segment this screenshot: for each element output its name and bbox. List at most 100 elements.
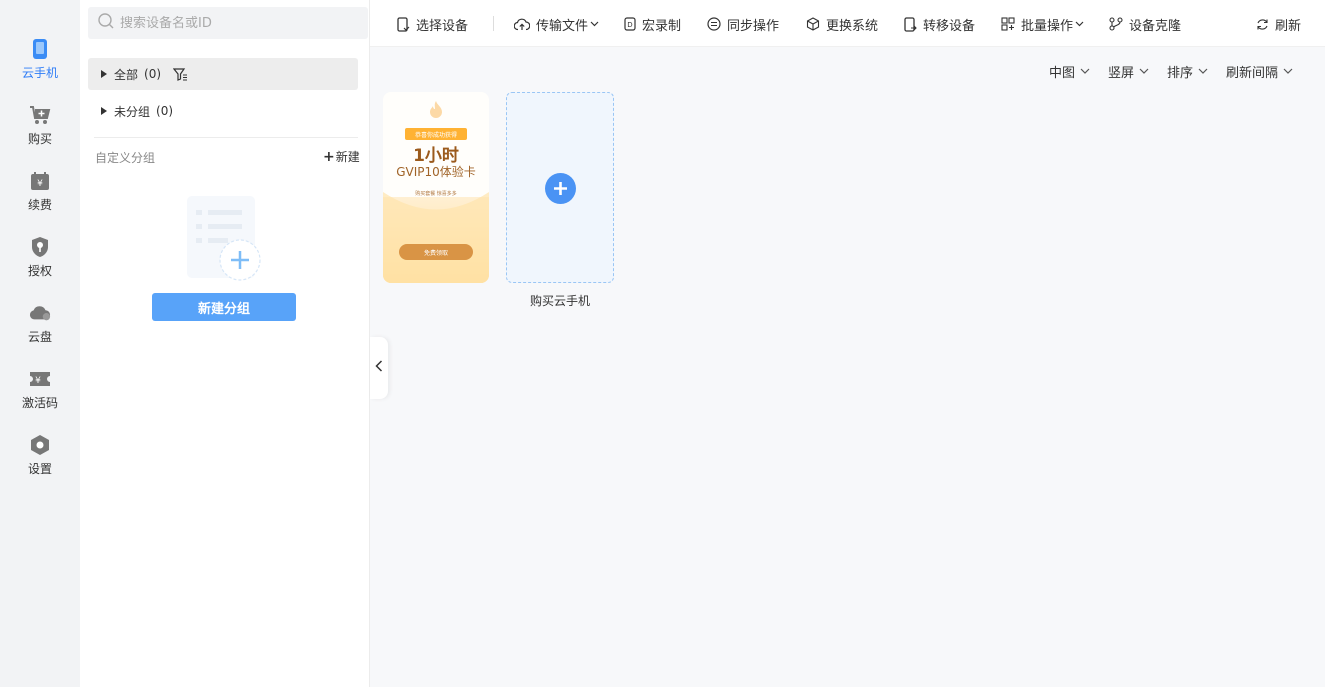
new-group-link[interactable]: + 新建	[323, 148, 360, 165]
group-label: 全部	[114, 67, 139, 82]
renew-calendar-icon: ¥	[29, 170, 51, 192]
toolbar-label: 传输文件	[536, 18, 589, 34]
view-option-label: 排序	[1167, 65, 1194, 81]
nav-item-settings[interactable]: 设置	[0, 432, 80, 488]
nav-label: 续费	[27, 198, 52, 212]
cloud-icon	[29, 302, 51, 324]
nav-label: 授权	[27, 264, 52, 278]
select-device-icon	[397, 16, 410, 32]
group-ungrouped[interactable]: 未分组 (0)	[88, 95, 358, 127]
ticket-icon: ¥	[29, 368, 51, 390]
search-icon	[98, 13, 114, 33]
change-system-button[interactable]: 更换系统	[806, 14, 878, 34]
promo-title: GVIP10体验卡	[396, 165, 476, 179]
nav-label: 购买	[27, 132, 52, 146]
chevron-down-icon	[1198, 68, 1208, 74]
chevron-down-icon	[1139, 68, 1149, 74]
nav-label: 云手机	[21, 66, 58, 80]
new-group-button[interactable]: 新建分组	[152, 293, 296, 321]
sort-dropdown[interactable]: 排序	[1167, 63, 1208, 81]
nav-label: 云盘	[27, 330, 52, 344]
nav-item-buy[interactable]: 购买	[0, 102, 80, 158]
nav-item-cloud-phone[interactable]: 云手机	[0, 36, 80, 92]
gvip-trial-promo-card[interactable]: 恭喜你成功获得 1小时 GVIP10体验卡 购买套餐 惊喜多多 免费领取	[383, 92, 489, 283]
svg-text:¥: ¥	[37, 179, 43, 189]
batch-operation-button[interactable]: 批量操作	[1001, 14, 1084, 34]
refresh-button[interactable]: 刷新	[1256, 14, 1301, 34]
group-label: 未分组	[114, 104, 151, 119]
view-option-label: 竖屏	[1108, 65, 1135, 81]
promo-subtitle: 购买套餐 惊喜多多	[415, 191, 457, 197]
toolbar-label: 设备克隆	[1129, 18, 1182, 34]
transfer-device-button[interactable]: 转移设备	[904, 14, 975, 34]
svg-text:D: D	[627, 21, 632, 29]
toolbar-label: 刷新	[1275, 18, 1302, 34]
macro-record-icon: D	[624, 17, 636, 31]
envelope-flap	[383, 192, 489, 283]
add-circle-icon	[545, 173, 576, 204]
nav-label: 设置	[27, 462, 52, 476]
nav-item-renew[interactable]: ¥ 续费	[0, 168, 80, 224]
macro-record-button[interactable]: D 宏录制	[624, 14, 681, 34]
divider	[94, 137, 358, 138]
search-box	[88, 7, 368, 39]
cloud-upload-icon	[514, 18, 530, 30]
refresh-icon	[1257, 18, 1268, 30]
buy-cloud-phone-card[interactable]	[506, 92, 614, 283]
chevron-down-icon	[1080, 68, 1090, 74]
group-count: (0)	[144, 67, 162, 81]
settings-hex-icon	[29, 434, 51, 456]
select-device-button[interactable]: 选择设备	[397, 14, 468, 34]
group-panel: 全部 (0) 未分组 (0) 自定义分组 + 新建 新建分组	[80, 0, 370, 687]
sync-operation-button[interactable]: 同步操作	[707, 14, 779, 34]
nav-item-authorize[interactable]: 授权	[0, 234, 80, 290]
toolbar-label: 批量操作	[1021, 18, 1074, 34]
sync-icon	[707, 17, 721, 31]
device-clone-button[interactable]: 设备克隆	[1109, 14, 1181, 34]
orientation-dropdown[interactable]: 竖屏	[1108, 63, 1149, 81]
transfer-device-icon	[904, 16, 917, 32]
toolbar-separator	[493, 16, 494, 31]
promo-tag: 恭喜你成功获得	[405, 128, 467, 140]
toolbar-label: 更换系统	[826, 18, 879, 34]
transfer-file-button[interactable]: 传输文件	[514, 14, 599, 34]
view-option-label: 中图	[1049, 65, 1076, 81]
toolbar-label: 同步操作	[727, 18, 780, 34]
group-all[interactable]: 全部 (0)	[88, 58, 358, 90]
refresh-interval-dropdown[interactable]: 刷新间隔	[1226, 63, 1293, 81]
nav-item-activation-code[interactable]: ¥ 激活码	[0, 366, 80, 422]
expand-triangle-icon[interactable]	[101, 70, 107, 78]
new-link-label: 新建	[335, 150, 360, 164]
phone-icon	[29, 38, 51, 60]
grid-icon	[1001, 17, 1015, 31]
expand-triangle-icon[interactable]	[101, 107, 107, 115]
toolbar-label: 选择设备	[416, 18, 469, 34]
chevron-down-icon	[590, 21, 599, 27]
view-size-dropdown[interactable]: 中图	[1049, 63, 1090, 81]
chevron-down-icon	[1283, 68, 1293, 74]
claim-free-button[interactable]: 免费领取	[399, 244, 473, 260]
filter-icon[interactable]	[173, 67, 188, 81]
cube-icon	[806, 17, 820, 31]
clone-branch-icon	[1109, 17, 1123, 31]
chevron-down-icon	[1075, 21, 1084, 27]
svg-text:¥: ¥	[35, 376, 41, 386]
chevron-left-icon	[375, 360, 383, 376]
buy-cloud-phone-label: 购买云手机	[529, 294, 590, 308]
flame-icon	[429, 100, 443, 122]
shield-key-icon	[29, 236, 51, 258]
view-option-label: 刷新间隔	[1226, 65, 1279, 81]
search-input[interactable]	[120, 15, 350, 31]
plus-icon: +	[323, 148, 335, 165]
custom-group-label: 自定义分组	[95, 151, 156, 165]
empty-group-illustration	[186, 196, 266, 282]
left-nav: 云手机 购买 ¥ 续费 授权 云盘 ¥ 激活码 设置	[0, 0, 80, 687]
cart-icon	[29, 104, 51, 126]
toolbar-label: 宏录制	[642, 18, 682, 34]
nav-label: 激活码	[21, 396, 58, 410]
toolbar-label: 转移设备	[923, 18, 976, 34]
nav-item-cloud-disk[interactable]: 云盘	[0, 300, 80, 356]
group-count: (0)	[156, 104, 174, 118]
toolbar: 选择设备 传输文件 D 宏录制 同步操作 更换系统 转移设备 批量操作 设备克隆…	[370, 0, 1325, 47]
collapse-panel-button[interactable]	[370, 337, 388, 399]
